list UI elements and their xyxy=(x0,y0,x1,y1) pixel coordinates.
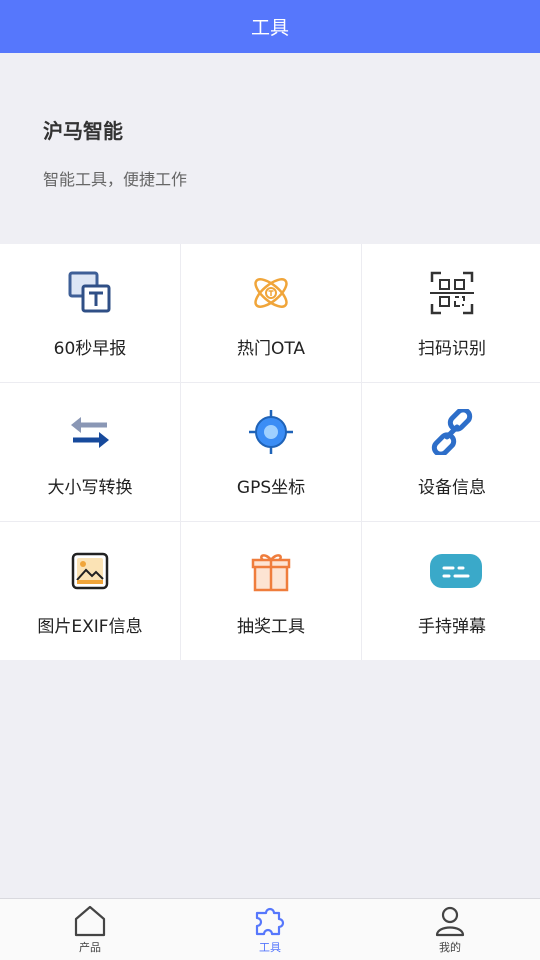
tab-label: 产品 xyxy=(79,941,101,954)
tab-label: 工具 xyxy=(259,941,281,954)
puzzle-icon xyxy=(253,905,287,937)
page-title: 工具 xyxy=(250,17,289,39)
tool-item-device-info[interactable]: 设备信息 xyxy=(362,383,540,521)
crosshair-icon xyxy=(248,409,294,455)
user-icon xyxy=(433,905,467,937)
bottom-tab-bar: 产品 工具 我的 xyxy=(0,898,540,960)
swap-arrows-icon xyxy=(67,409,113,455)
tool-item-handheld-danmaku[interactable]: 手持弹幕 xyxy=(362,522,540,660)
text-image-icon xyxy=(67,270,113,316)
tool-label: 60秒早报 xyxy=(53,339,127,359)
qr-scan-icon xyxy=(429,270,475,316)
tab-mine[interactable]: 我的 xyxy=(360,899,540,960)
tool-label: 手持弹幕 xyxy=(418,617,486,637)
tool-item-case-convert[interactable]: 大小写转换 xyxy=(0,383,180,521)
tab-label: 我的 xyxy=(439,941,461,954)
tool-label: 热门OTA xyxy=(236,339,306,359)
picture-icon xyxy=(67,548,113,594)
home-icon xyxy=(73,905,107,937)
chat-bubble-icon xyxy=(429,548,482,594)
tool-item-gps[interactable]: GPS坐标 xyxy=(181,383,361,521)
gift-icon xyxy=(248,548,294,594)
tool-label: 抽奖工具 xyxy=(237,617,305,637)
tool-label: 扫码识别 xyxy=(418,339,486,359)
brand-name: 沪马智能 xyxy=(43,119,123,143)
tool-grid: 60秒早报 热门OTA 扫码识别 大小写转换 GPS坐标 设备信息 图片EXIF… xyxy=(0,244,540,660)
brand-slogan: 智能工具，便捷工作 xyxy=(43,170,188,189)
tab-products[interactable]: 产品 xyxy=(0,899,180,960)
tool-label: GPS坐标 xyxy=(236,478,306,498)
tool-item-image-exif[interactable]: 图片EXIF信息 xyxy=(0,522,180,660)
tool-item-hot-ota[interactable]: 热门OTA xyxy=(181,244,361,382)
tool-label: 大小写转换 xyxy=(47,478,133,498)
tool-item-qr-scan[interactable]: 扫码识别 xyxy=(362,244,540,382)
atom-icon xyxy=(248,270,294,316)
tool-item-morning-news[interactable]: 60秒早报 xyxy=(0,244,180,382)
top-bar: 工具 xyxy=(0,0,540,53)
tab-tools[interactable]: 工具 xyxy=(180,899,360,960)
tool-label: 图片EXIF信息 xyxy=(37,617,143,637)
tool-item-lottery[interactable]: 抽奖工具 xyxy=(181,522,361,660)
tool-label: 设备信息 xyxy=(418,478,486,498)
link-icon xyxy=(429,409,475,455)
hero-banner: 沪马智能 智能工具，便捷工作 xyxy=(0,53,540,244)
app-screen: 工具 沪马智能 智能工具，便捷工作 60秒早报 热门OTA 扫码识别 大小写转换… xyxy=(0,0,540,960)
